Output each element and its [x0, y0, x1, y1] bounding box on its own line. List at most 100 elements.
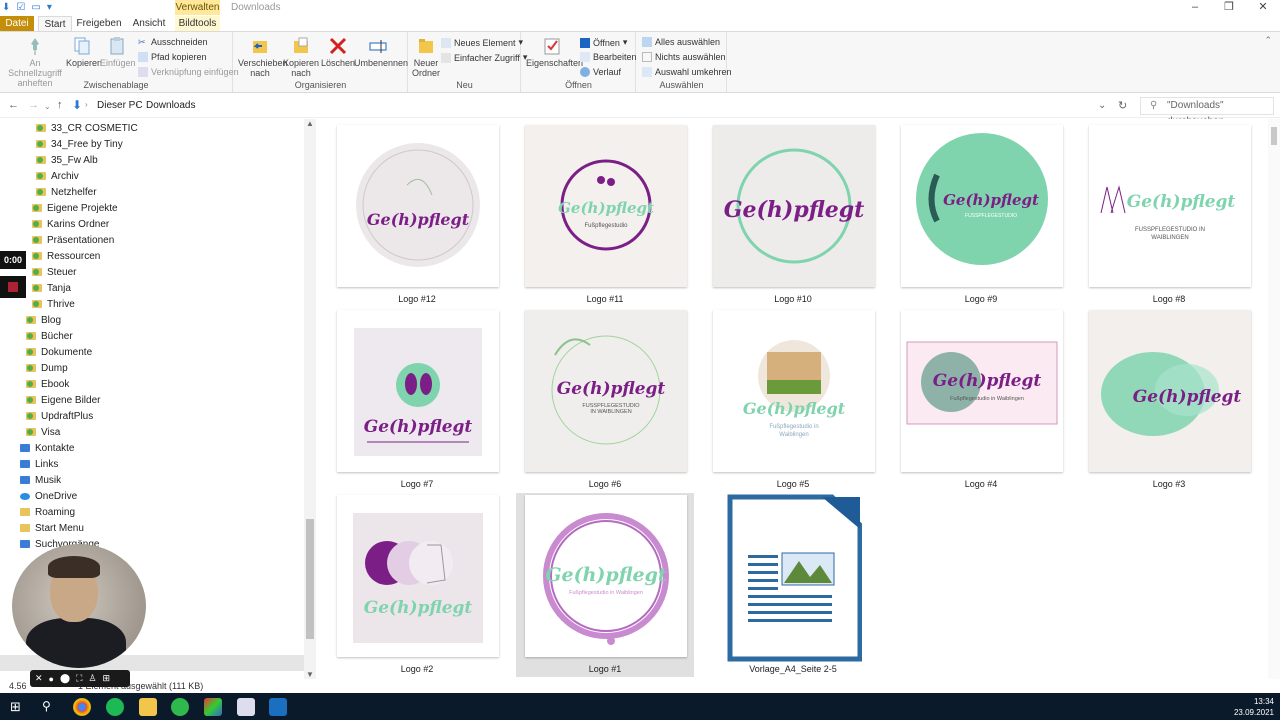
file-tile[interactable]: Ge(h)pflegt FUSSPFLEGESTUDIO IN WAIBLINGEN…: [1080, 123, 1258, 307]
paste-shortcut-button[interactable]: Verknüpfung einfügen: [138, 67, 239, 77]
file-tile[interactable]: Ge(h)pflegt Logo #7: [328, 308, 506, 492]
properties-icon[interactable]: ☑: [16, 2, 25, 13]
sidebar-item[interactable]: Ressourcen: [32, 248, 100, 264]
sidebar-item[interactable]: 34_Free by Tiny: [36, 136, 123, 152]
collapse-ribbon-icon[interactable]: ⌃: [1264, 35, 1272, 46]
writer-icon[interactable]: [269, 698, 287, 716]
sidebar-item[interactable]: Eigene Projekte: [32, 200, 118, 216]
scroll-up-icon[interactable]: ▲: [306, 119, 314, 128]
sidebar-item[interactable]: Roaming: [20, 504, 75, 520]
spotify-icon[interactable]: [106, 698, 124, 716]
sidebar-item[interactable]: Kontakte: [20, 440, 74, 456]
tab-freigeben[interactable]: Freigeben: [76, 16, 122, 31]
crumb-downloads[interactable]: Downloads: [146, 100, 195, 111]
file-tile[interactable]: Vorlage_A4_Seite 2-5: [704, 493, 882, 677]
sidebar-item[interactable]: Ebook: [26, 376, 69, 392]
sidebar-item[interactable]: UpdraftPlus: [26, 408, 93, 424]
cut-button[interactable]: ✂ Ausschneiden: [138, 37, 208, 47]
file-tile[interactable]: Ge(h)pflegt Logo #10: [704, 123, 882, 307]
sidebar-item[interactable]: Dump: [26, 360, 68, 376]
open-button[interactable]: Öffnen ▾: [580, 37, 627, 48]
close-icon[interactable]: ✕: [35, 673, 43, 684]
sidebar-item[interactable]: Steuer: [32, 264, 76, 280]
new-item-button[interactable]: Neues Element ▾: [441, 37, 523, 48]
person-icon[interactable]: ♙: [88, 673, 96, 684]
forward-arrow-icon[interactable]: →: [28, 99, 39, 111]
record-stop-button[interactable]: [0, 276, 26, 298]
tab-ansicht[interactable]: Ansicht: [128, 16, 170, 31]
search-icon[interactable]: ⚲: [42, 699, 51, 713]
sidebar-item[interactable]: 35_Fw Alb: [36, 152, 98, 168]
sidebar-item[interactable]: OneDrive: [20, 488, 77, 504]
history-dropdown-icon[interactable]: ⌄: [1098, 100, 1106, 111]
sidebar-item[interactable]: Thrive: [32, 296, 75, 312]
delete-button[interactable]: Löschen: [320, 36, 356, 68]
sidebar-item[interactable]: Eigene Bilder: [26, 392, 100, 408]
navigation-scrollbar[interactable]: ▲ ▼: [304, 119, 316, 679]
maximize-button[interactable]: ❐: [1212, 0, 1246, 16]
file-tile[interactable]: Ge(h)pflegt Logo #3: [1080, 308, 1258, 492]
sidebar-item[interactable]: Dokumente: [26, 344, 92, 360]
windows-start-icon[interactable]: ⊞: [10, 699, 21, 715]
tab-start[interactable]: Start: [38, 16, 72, 31]
sidebar-item[interactable]: Tanja: [32, 280, 71, 296]
path-box[interactable]: ⬇ › Dieser PC › Downloads ⌄: [70, 97, 1112, 115]
calculator-icon[interactable]: [237, 698, 255, 716]
sidebar-item[interactable]: Blog: [26, 312, 61, 328]
sidebar-item[interactable]: Präsentationen: [32, 232, 114, 248]
green-app-icon[interactable]: [171, 698, 189, 716]
content-scroll-thumb[interactable]: [1271, 127, 1277, 145]
file-tile[interactable]: Ge(h)pflegt Fußpflegestudio Logo #11: [516, 123, 694, 307]
system-clock[interactable]: 13:34 23.09.2021: [1234, 696, 1274, 718]
gift-icon[interactable]: ⊞: [102, 673, 110, 684]
navigation-scroll-thumb[interactable]: [306, 519, 314, 639]
sidebar-item[interactable]: Links: [20, 456, 58, 472]
back-arrow-icon[interactable]: ←: [8, 99, 19, 111]
record-icon[interactable]: ⬤: [60, 673, 70, 684]
sidebar-item[interactable]: Start Menu: [20, 520, 84, 536]
copy-to-button[interactable]: Kopieren nach: [282, 36, 320, 78]
select-all-button[interactable]: Alles auswählen: [642, 37, 720, 47]
sidebar-item[interactable]: Archiv: [36, 168, 79, 184]
content-scrollbar[interactable]: [1268, 119, 1280, 679]
new-folder-button[interactable]: Neuer Ordner: [411, 36, 441, 78]
file-tile[interactable]: Ge(h)pflegt Fußpflegestudio in Waiblingen…: [516, 493, 694, 677]
sidebar-item[interactable]: Musik: [20, 472, 61, 488]
copy-button[interactable]: Kopieren: [66, 36, 102, 68]
refresh-icon[interactable]: ↻: [1118, 99, 1127, 112]
invert-selection-button[interactable]: Auswahl umkehren: [642, 67, 732, 77]
chevron-down-icon[interactable]: ▾: [47, 2, 52, 13]
sidebar-item[interactable]: Netzhelfer: [36, 184, 97, 200]
move-to-button[interactable]: Verschieben nach: [238, 36, 288, 78]
file-tile[interactable]: Ge(h)pflegt Logo #2: [328, 493, 506, 677]
up-arrow-icon[interactable]: ↑: [57, 99, 63, 111]
download-icon[interactable]: ⬇: [2, 2, 10, 13]
recent-chevron-icon[interactable]: ⌄: [44, 102, 51, 111]
minimize-button[interactable]: –: [1178, 0, 1212, 16]
photo-app-icon[interactable]: [204, 698, 222, 716]
file-explorer-icon[interactable]: [139, 698, 157, 716]
select-none-button[interactable]: Nichts auswählen: [642, 52, 726, 62]
edit-button[interactable]: Bearbeiten: [580, 52, 637, 62]
rename-button[interactable]: Umbenennen: [354, 36, 408, 68]
new-folder-icon[interactable]: ▭: [31, 2, 40, 13]
search-input[interactable]: ⚲ "Downloads" durchsuchen: [1140, 97, 1274, 127]
easy-access-button[interactable]: Einfacher Zugriff ▾: [441, 52, 527, 63]
sidebar-item[interactable]: 33_CR COSMETIC: [36, 120, 138, 136]
pause-icon[interactable]: ●: [49, 674, 54, 684]
tab-bildtools[interactable]: Bildtools: [175, 16, 220, 31]
chrome-icon[interactable]: [73, 698, 91, 716]
close-button[interactable]: ✕: [1246, 0, 1280, 16]
copy-path-button[interactable]: Pfad kopieren: [138, 52, 207, 62]
file-tile[interactable]: Ge(h)pflegt Fußpflegestudio in Waiblingen…: [892, 308, 1070, 492]
file-tile[interactable]: Ge(h)pflegt Fußpflegestudio in Waiblingen L…: [704, 308, 882, 492]
history-button[interactable]: Verlauf: [580, 67, 621, 77]
fullscreen-icon[interactable]: ⛶: [76, 673, 82, 684]
tab-datei[interactable]: Datei: [0, 16, 34, 31]
file-tile[interactable]: Ge(h)pflegt FUSSPFLEGESTUDIO IN WAIBLINGEN…: [516, 308, 694, 492]
sidebar-item[interactable]: Bücher: [26, 328, 73, 344]
scroll-down-icon[interactable]: ▼: [306, 670, 314, 679]
file-tile[interactable]: Ge(h)pflegt Logo #12: [328, 123, 506, 307]
file-tile[interactable]: Ge(h)pflegt FUSSPFLEGESTUDIO Logo #9: [892, 123, 1070, 307]
paste-button[interactable]: Einfügen: [100, 36, 136, 68]
